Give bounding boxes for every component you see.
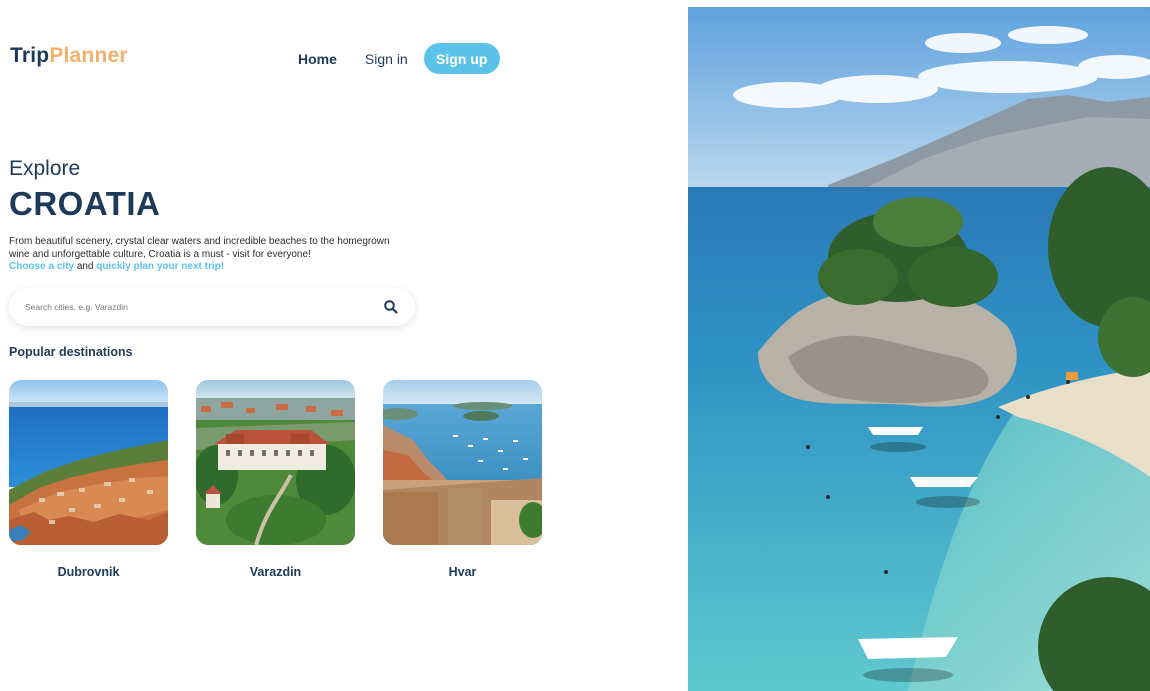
nav-signin-link[interactable]: Sign in — [365, 51, 408, 67]
varazdin-image — [196, 380, 355, 545]
destination-name-dubrovnik: Dubrovnik — [57, 565, 120, 579]
logo-part-planner: Planner — [49, 44, 128, 67]
search-icon[interactable] — [383, 299, 399, 315]
hvar-image — [383, 380, 542, 545]
hero-explore-text: Explore — [9, 157, 81, 180]
destination-cards: Dubrovnik Varazdin Hvar — [9, 380, 549, 590]
destination-name-hvar: Hvar — [448, 565, 477, 579]
destination-card-dubrovnik[interactable]: Dubrovnik — [9, 380, 168, 579]
nav-home-link[interactable]: Home — [298, 51, 337, 67]
search-bar — [9, 288, 415, 326]
destination-card-hvar[interactable]: Hvar — [383, 380, 542, 579]
logo[interactable]: TripPlanner — [10, 44, 128, 68]
top-nav: Home Sign in Sign up — [290, 43, 500, 74]
hero-photo-croatia-coast — [688, 7, 1150, 691]
logo-part-trip: Trip — [10, 44, 50, 67]
dubrovnik-image — [9, 380, 168, 545]
hero-description-text: From beautiful scenery, crystal clear wa… — [9, 236, 390, 260]
popular-destinations-title: Popular destinations — [9, 345, 133, 359]
choose-city-link[interactable]: Choose a city — [9, 261, 74, 272]
main-content: TripPlanner Home Sign in Sign up Explore… — [0, 0, 688, 691]
destination-card-varazdin[interactable]: Varazdin — [196, 380, 355, 579]
search-input[interactable] — [25, 302, 383, 312]
destination-name-varazdin: Varazdin — [249, 565, 302, 579]
plan-trip-link[interactable]: quickly plan your next trip! — [96, 261, 224, 272]
cta-and-text: and — [76, 261, 94, 272]
signup-button[interactable]: Sign up — [423, 43, 500, 74]
hero-country-title: CROATIA — [9, 185, 161, 222]
hero-description: From beautiful scenery, crystal clear wa… — [9, 236, 409, 274]
